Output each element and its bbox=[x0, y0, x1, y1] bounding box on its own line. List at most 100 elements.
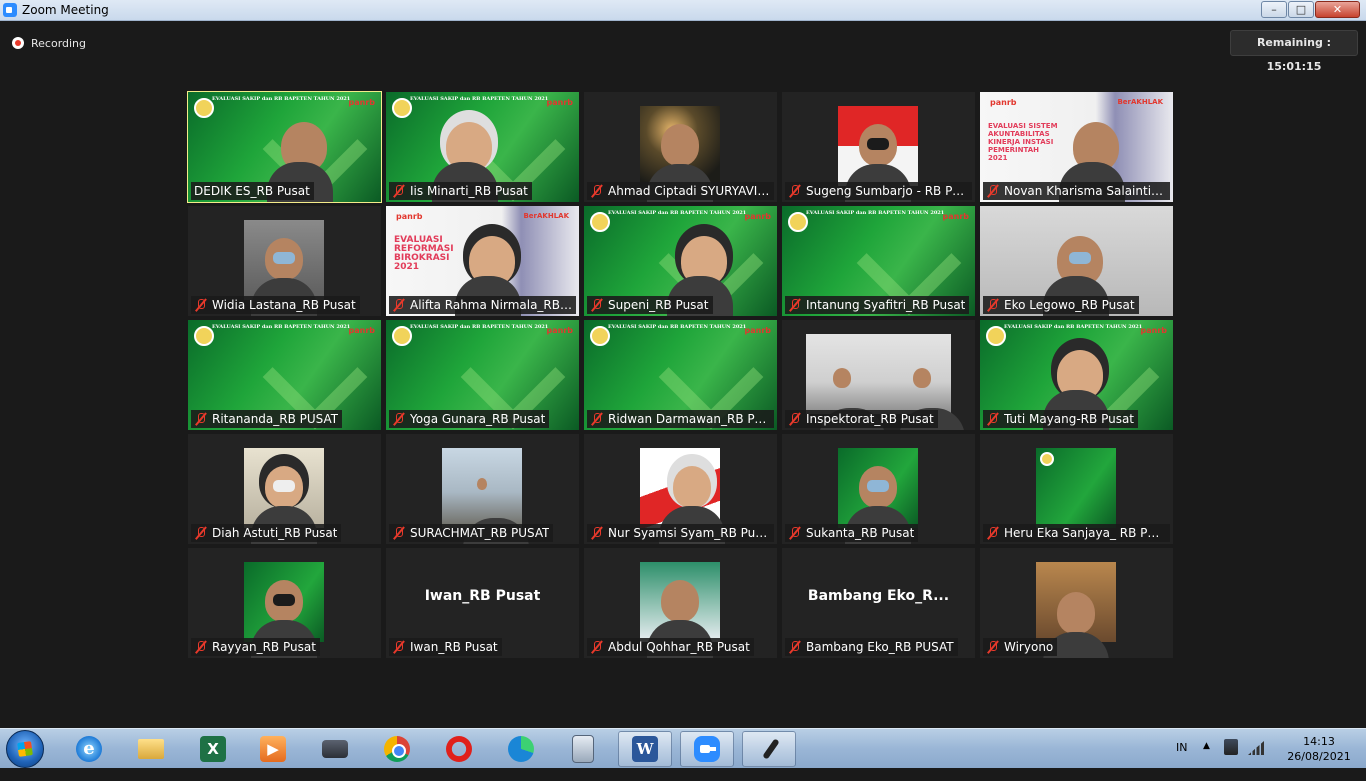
mic-muted-icon bbox=[590, 184, 604, 198]
panrb-logo: panrb bbox=[942, 212, 970, 221]
participant-tile[interactable]: EVALUASI SAKIP dan RB BAPETEN TAHUN 2021… bbox=[386, 320, 579, 430]
slide-title: EVALUASI SAKIP dan RB BAPETEN TAHUN 2021 bbox=[608, 210, 747, 216]
participant-name: Eko Legowo_RB Pusat bbox=[1004, 298, 1135, 312]
camera-feed bbox=[806, 334, 965, 430]
bapeten-logo bbox=[194, 98, 214, 118]
taskbar-chrome[interactable] bbox=[370, 731, 424, 767]
system-clock[interactable]: 14:13 26/08/2021 bbox=[1278, 734, 1360, 774]
language-indicator[interactable]: IN bbox=[1176, 741, 1187, 781]
camera-feed bbox=[1036, 448, 1116, 528]
participant-tile[interactable]: Inspektorat_RB Pusat bbox=[782, 320, 975, 430]
participant-name: Alifta Rahma Nirmala_RBKu... bbox=[410, 298, 572, 312]
panrb-logo: panrb bbox=[348, 98, 376, 107]
participant-name: Sukanta_RB Pusat bbox=[806, 526, 915, 540]
participant-tile[interactable]: Nur Syamsi Syam_RB Pusat bbox=[584, 434, 777, 544]
show-hidden-icons-icon[interactable]: ▲ bbox=[1203, 741, 1210, 781]
participant-name: Ritananda_RB PUSAT bbox=[212, 412, 339, 426]
participant-person bbox=[819, 368, 886, 430]
participant-name: Bambang Eko_RB PUSAT bbox=[806, 640, 954, 654]
bapeten-logo bbox=[1040, 452, 1054, 466]
participant-tile[interactable]: EVALUASI SAKIP dan RB BAPETEN TAHUN 2021… bbox=[188, 320, 381, 430]
recording-indicator[interactable]: Recording bbox=[12, 35, 86, 51]
participant-tile[interactable]: EVALUASI SAKIP dan RB BAPETEN TAHUN 2021… bbox=[386, 92, 579, 202]
windows-taskbar: e X ▶ W IN ▲ 14:13 26/08/2021 bbox=[0, 728, 1366, 768]
action-center-icon[interactable] bbox=[1224, 739, 1238, 755]
participant-tile[interactable]: Eko Legowo_RB Pusat bbox=[980, 206, 1173, 316]
calculator-icon bbox=[572, 735, 594, 763]
minimize-button[interactable]: – bbox=[1261, 1, 1287, 18]
participant-person bbox=[666, 236, 733, 316]
mic-muted-icon bbox=[194, 412, 208, 426]
participant-label: Sukanta_RB Pusat bbox=[785, 524, 919, 542]
taskbar-zoom[interactable] bbox=[680, 731, 734, 767]
participant-tile[interactable]: Widia Lastana_RB Pusat bbox=[188, 206, 381, 316]
participant-tile[interactable]: panrb BerAKHLAK EVALUASI REFORMASI BIROK… bbox=[386, 206, 579, 316]
mic-muted-icon bbox=[986, 298, 1000, 312]
participant-tile[interactable]: Diah Astuti_RB Pusat bbox=[188, 434, 381, 544]
participant-tile[interactable]: Abdul Qohhar_RB Pusat bbox=[584, 548, 777, 658]
taskbar-edge[interactable] bbox=[494, 731, 548, 767]
participant-person bbox=[455, 236, 522, 316]
taskbar-internet-explorer[interactable]: e bbox=[62, 731, 116, 767]
participant-tile[interactable]: SURACHMAT_RB PUSAT bbox=[386, 434, 579, 544]
participant-person bbox=[899, 368, 965, 430]
taskbar-calculator[interactable] bbox=[556, 731, 610, 767]
participant-tile[interactable]: Rayyan_RB Pusat bbox=[188, 548, 381, 658]
media-player-icon: ▶ bbox=[260, 736, 286, 762]
participant-name: Abdul Qohhar_RB Pusat bbox=[608, 640, 750, 654]
participant-label: Sugeng Sumbarjo - RB Pusat bbox=[785, 182, 972, 200]
participant-label: Tuti Mayang-RB Pusat bbox=[983, 410, 1139, 428]
start-button[interactable] bbox=[6, 730, 44, 768]
recording-label: Recording bbox=[31, 36, 87, 50]
participant-tile[interactable]: EVALUASI SAKIP dan RB BAPETEN TAHUN 2021… bbox=[782, 206, 975, 316]
participant-tile[interactable]: EVALUASI SAKIP dan RB BAPETEN TAHUN 2021… bbox=[584, 320, 777, 430]
taskbar-media-player[interactable]: ▶ bbox=[246, 731, 300, 767]
mic-muted-icon bbox=[392, 526, 406, 540]
window-titlebar[interactable]: Zoom Meeting – □ ✕ bbox=[0, 0, 1366, 21]
taskbar-opera[interactable] bbox=[432, 731, 486, 767]
participant-tile[interactable]: Sugeng Sumbarjo - RB Pusat bbox=[782, 92, 975, 202]
panrb-logo: panrb bbox=[546, 326, 574, 335]
mic-muted-icon bbox=[590, 640, 604, 654]
participant-tile[interactable]: EVALUASI SAKIP dan RB BAPETEN TAHUN 2021… bbox=[980, 320, 1173, 430]
zoom-icon bbox=[694, 736, 720, 762]
network-signal-icon[interactable] bbox=[1248, 741, 1264, 755]
participant-tile[interactable]: Wiryono bbox=[980, 548, 1173, 658]
participant-video-name: Bambang Eko_R... bbox=[807, 588, 950, 604]
slide-title: EVALUASI SAKIP dan RB BAPETEN TAHUN 2021 bbox=[410, 96, 549, 102]
close-button[interactable]: ✕ bbox=[1315, 1, 1360, 18]
taskbar-excel[interactable]: X bbox=[186, 731, 240, 767]
face-mask bbox=[273, 594, 295, 606]
excel-icon: X bbox=[200, 736, 226, 762]
participant-name: Tuti Mayang-RB Pusat bbox=[1004, 412, 1135, 426]
remaining-time-badge: Remaining : 15:01:15 bbox=[1230, 30, 1358, 73]
slide-heading: EVALUASI REFORMASI BIROKRASI 2021 bbox=[394, 235, 454, 272]
taskbar-file-explorer[interactable] bbox=[124, 731, 178, 767]
participant-tile[interactable]: Ahmad Ciptadi SYURYAVIN... bbox=[584, 92, 777, 202]
participant-label: Supeni_RB Pusat bbox=[587, 296, 713, 314]
recording-icon bbox=[12, 37, 24, 49]
participant-tile[interactable]: Heru Eka Sanjaya_ RB PUSAT bbox=[980, 434, 1173, 544]
folder-icon bbox=[138, 739, 164, 759]
participant-label: Bambang Eko_RB PUSAT bbox=[785, 638, 958, 656]
slide-title: EVALUASI SAKIP dan RB BAPETEN TAHUN 2021 bbox=[1004, 324, 1143, 330]
participant-name: Nur Syamsi Syam_RB Pusat bbox=[608, 526, 770, 540]
maximize-button[interactable]: □ bbox=[1288, 1, 1314, 18]
participant-tile[interactable]: EVALUASI SAKIP dan RB BAPETEN TAHUN 2021… bbox=[584, 206, 777, 316]
mic-muted-icon bbox=[986, 412, 1000, 426]
face-mask bbox=[867, 138, 889, 150]
participant-tile[interactable]: panrb BerAKHLAK EVALUASI SISTEM AKUNTABI… bbox=[980, 92, 1173, 202]
taskbar-microphone-app[interactable] bbox=[742, 731, 796, 767]
mic-muted-icon bbox=[788, 640, 802, 654]
participant-tile[interactable]: Sukanta_RB Pusat bbox=[782, 434, 975, 544]
taskbar-laptop-tool[interactable] bbox=[308, 731, 362, 767]
participant-tile[interactable]: Bambang Eko_R... Bambang Eko_RB PUSAT bbox=[782, 548, 975, 658]
participant-name: Diah Astuti_RB Pusat bbox=[212, 526, 338, 540]
participant-tile[interactable]: Iwan_RB Pusat Iwan_RB Pusat bbox=[386, 548, 579, 658]
participant-person bbox=[659, 466, 725, 544]
taskbar-word[interactable]: W bbox=[618, 731, 672, 767]
participant-tile[interactable]: EVALUASI SAKIP dan RB BAPETEN TAHUN 2021… bbox=[187, 91, 382, 203]
mic-muted-icon bbox=[788, 526, 802, 540]
participant-name: Novan Kharisma Salainti R... bbox=[1004, 184, 1166, 198]
mic-muted-icon bbox=[986, 640, 1000, 654]
